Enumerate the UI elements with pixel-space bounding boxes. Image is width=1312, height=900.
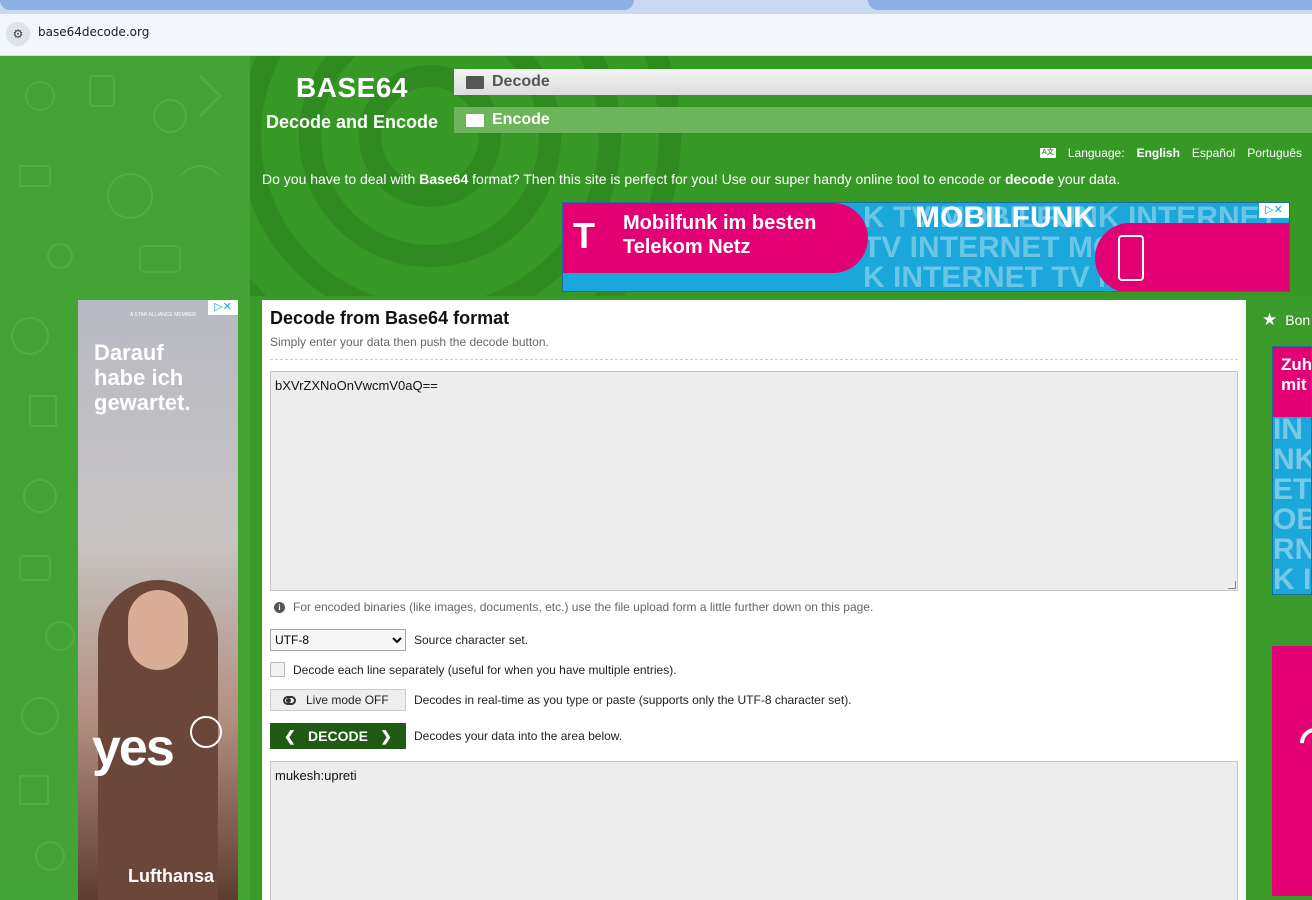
right-ad[interactable]: Zuh mit IN NK ET T OBI RN K IN xyxy=(1272,346,1312,595)
folder-icon xyxy=(466,113,484,127)
bookmark-label: Bon xyxy=(1285,312,1311,328)
page: BASE64 Decode and Encode Decode Encode A… xyxy=(0,56,1312,900)
browser-tab[interactable] xyxy=(868,0,1312,10)
address-bar[interactable]: ⚙ base64decode.org xyxy=(0,14,1312,56)
brand-subtitle: Decode and Encode xyxy=(265,112,439,132)
language-switcher: A文 Language: English Español Português xyxy=(1039,146,1302,160)
left-skyscraper-ad[interactable]: A STAR ALLIANCE MEMBER ▷✕ Darauf habe ic… xyxy=(78,300,238,900)
language-portugues[interactable]: Português xyxy=(1247,146,1302,160)
info-icon: i xyxy=(274,601,285,613)
site-settings-icon[interactable]: ⚙ xyxy=(6,22,30,46)
decode-button[interactable]: ❮ DECODE ❯ xyxy=(270,723,406,749)
intro-bold: Base64 xyxy=(419,171,469,187)
intro-part: Do you have to deal with xyxy=(262,171,420,187)
ad-headline: Darauf habe ich gewartet. xyxy=(94,340,191,415)
charset-label: Source character set. xyxy=(414,633,529,647)
browser-tab-strip xyxy=(0,0,1312,14)
telekom-logo: T xyxy=(573,215,595,256)
banner-ad[interactable]: K TV MOBILFUNK INTERNET TV TV INTERNET M… xyxy=(562,202,1290,292)
ad-slogan: yes xyxy=(92,719,175,777)
language-espanol[interactable]: Español xyxy=(1192,146,1235,160)
star-icon: ★ xyxy=(1262,310,1278,329)
language-icon: A文 xyxy=(1039,148,1056,158)
live-mode-label: Live mode OFF xyxy=(306,693,389,707)
resize-handle[interactable] xyxy=(1228,581,1236,589)
main-nav: Decode Encode xyxy=(454,69,1312,145)
live-mode-button[interactable]: Live mode OFF xyxy=(270,689,406,711)
right-ad-2[interactable] xyxy=(1272,646,1312,896)
ad-choices-icon[interactable]: ▷✕ xyxy=(208,300,238,315)
brand-title: BASE64 xyxy=(296,72,408,103)
intro-part: your data. xyxy=(1053,171,1121,187)
phone-icon xyxy=(1118,235,1144,281)
live-mode-row: Live mode OFF Decodes in real-time as yo… xyxy=(270,689,852,711)
bookmark-link[interactable]: ★ Bon xyxy=(1262,310,1310,330)
url-text[interactable]: base64decode.org xyxy=(38,25,149,39)
ad-headline: MOBILFUNK xyxy=(915,202,1095,234)
chevron-left-icon: ❮ xyxy=(284,727,296,744)
intro-bold: decode xyxy=(1004,171,1054,187)
ad-background-text: IN NK ET T OBI RN K IN xyxy=(1273,413,1312,595)
charset-select[interactable]: UTF-8 xyxy=(270,629,406,651)
charset-row: UTF-8 Source character set. xyxy=(270,629,528,651)
each-line-row: Decode each line separately (useful for … xyxy=(270,662,677,677)
chevron-right-icon: ❯ xyxy=(380,727,392,744)
ad-pill-text: Mobilfunk im besten Telekom Netz xyxy=(623,212,817,258)
live-mode-description: Decodes in real-time as you type or past… xyxy=(414,693,852,707)
output-textarea[interactable]: mukesh:upreti xyxy=(270,761,1238,900)
decode-row: ❮ DECODE ❯ Decodes your data into the ar… xyxy=(270,723,622,749)
ad-text: Zuh mit xyxy=(1281,355,1312,394)
lufthansa-crane-icon xyxy=(190,716,222,748)
nav-encode[interactable]: Encode xyxy=(454,107,1312,133)
nav-label: Encode xyxy=(492,111,550,128)
wifi-icon xyxy=(1293,721,1312,765)
each-line-label[interactable]: Decode each line separately (useful for … xyxy=(293,663,677,677)
folder-open-icon xyxy=(466,75,484,89)
binary-note: i For encoded binaries (like images, doc… xyxy=(270,600,873,614)
decode-description: Decodes your data into the area below. xyxy=(414,729,623,743)
browser-tab[interactable] xyxy=(0,0,634,10)
each-line-checkbox[interactable] xyxy=(270,662,285,677)
card-title: Decode from Base64 format xyxy=(270,308,510,328)
card-subtitle: Simply enter your data then push the dec… xyxy=(270,335,1238,360)
decode-label: DECODE xyxy=(308,728,368,744)
ad-tag: A STAR ALLIANCE MEMBER xyxy=(130,312,197,318)
input-textarea[interactable]: bXVrZXNoOnVwcmV0aQ== xyxy=(270,371,1238,591)
ad-brand: Lufthansa xyxy=(128,866,215,886)
language-label: Language: xyxy=(1067,146,1125,160)
nav-decode[interactable]: Decode xyxy=(454,69,1312,95)
site-logo[interactable]: BASE64 Decode and Encode xyxy=(258,72,446,133)
ad-photo-face xyxy=(128,590,188,670)
nav-label: Decode xyxy=(492,73,550,90)
note-text: For encoded binaries (like images, docum… xyxy=(293,600,874,614)
decode-card: Decode from Base64 format Simply enter y… xyxy=(262,300,1246,900)
toggle-off-icon xyxy=(283,695,296,705)
intro-text: Do you have to deal with Base64 format? … xyxy=(262,171,1120,187)
intro-part: format? Then this site is perfect for yo… xyxy=(468,171,1005,187)
ad-choices-icon[interactable]: ▷✕ xyxy=(1259,203,1289,218)
language-english[interactable]: English xyxy=(1137,146,1180,160)
